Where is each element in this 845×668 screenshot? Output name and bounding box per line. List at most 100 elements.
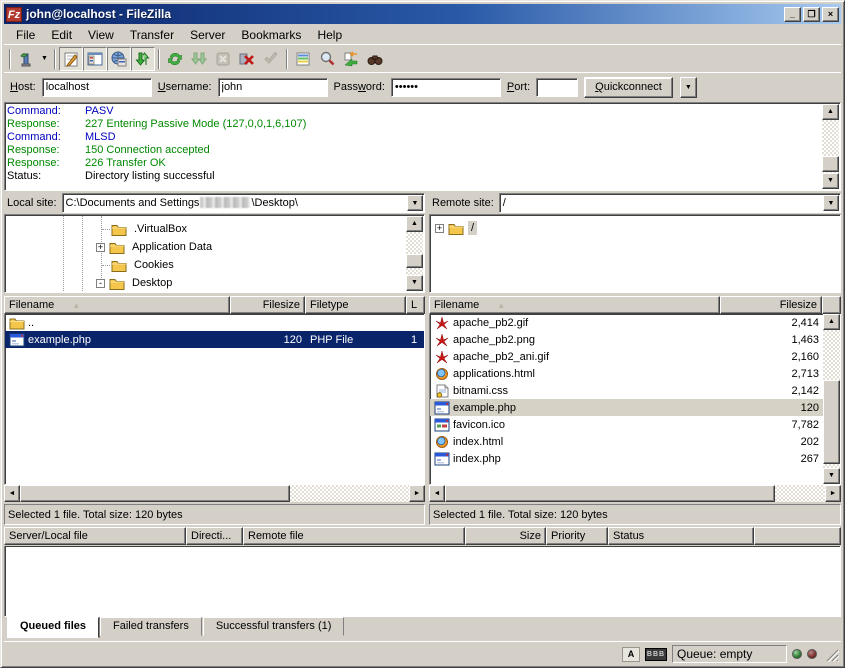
queue-status: Queue: empty: [672, 645, 787, 663]
password-input[interactable]: [391, 78, 501, 97]
file-row[interactable]: bitnami.css 2,142: [430, 382, 823, 399]
column-header-priority[interactable]: Priority: [546, 527, 608, 545]
quickconnect-button[interactable]: Quickconnect: [584, 77, 673, 98]
file-row[interactable]: index.php 267: [430, 450, 823, 467]
minimize-button[interactable]: _: [784, 7, 801, 22]
scroll-left-icon[interactable]: ◄: [429, 485, 445, 502]
refresh-button[interactable]: [163, 47, 187, 71]
file-row[interactable]: index.html 202: [430, 433, 823, 450]
menu-transfer[interactable]: Transfer: [122, 26, 182, 44]
column-header-remote-file[interactable]: Remote file: [243, 527, 465, 545]
local-list-hscrollbar[interactable]: ◄ ►: [4, 485, 425, 502]
scroll-thumb[interactable]: [822, 156, 839, 172]
filter-button[interactable]: [291, 47, 315, 71]
scroll-thumb[interactable]: [406, 254, 423, 268]
menu-server[interactable]: Server: [182, 26, 233, 44]
close-button[interactable]: ×: [822, 7, 839, 22]
remote-list-scrollbar[interactable]: ▲ ▼: [823, 314, 840, 484]
file-row[interactable]: ..: [5, 314, 424, 331]
directory-comparison-button[interactable]: [315, 47, 339, 71]
column-header-filename[interactable]: Filename▲: [429, 296, 720, 314]
scroll-up-icon[interactable]: ▲: [823, 314, 840, 330]
file-row[interactable]: apache_pb2.gif 2,414: [430, 314, 823, 331]
ico-file-icon: [434, 418, 450, 432]
username-input[interactable]: [218, 78, 328, 97]
remote-list-hscrollbar[interactable]: ◄ ►: [429, 485, 841, 502]
process-queue-button[interactable]: [187, 47, 211, 71]
find-files-button[interactable]: [363, 47, 387, 71]
tab-successful-transfers[interactable]: Successful transfers (1): [203, 617, 345, 636]
tree-item[interactable]: + /: [431, 219, 839, 237]
toggle-remote-tree-button[interactable]: [107, 47, 131, 71]
column-header-lastmodified[interactable]: L: [406, 296, 425, 314]
toggle-message-log-button[interactable]: [59, 47, 83, 71]
scroll-up-icon[interactable]: ▲: [406, 216, 423, 232]
column-header-filename[interactable]: Filename▲: [4, 296, 230, 314]
reconnect-button[interactable]: [259, 47, 283, 71]
scroll-thumb[interactable]: [445, 485, 775, 502]
synchronized-browsing-button[interactable]: [339, 47, 363, 71]
column-header-server-local-file[interactable]: Server/Local file: [4, 527, 186, 545]
menu-edit[interactable]: Edit: [43, 26, 80, 44]
scroll-thumb[interactable]: [20, 485, 290, 502]
scroll-right-icon[interactable]: ►: [409, 485, 425, 502]
column-header-size[interactable]: Size: [465, 527, 546, 545]
expand-icon[interactable]: +: [435, 224, 444, 233]
scroll-down-icon[interactable]: ▼: [822, 173, 839, 189]
data-type-icon[interactable]: A: [622, 647, 640, 662]
scroll-left-icon[interactable]: ◄: [4, 485, 20, 502]
toggle-local-tree-button[interactable]: [83, 47, 107, 71]
menu-file[interactable]: File: [8, 26, 43, 44]
title-bar[interactable]: Fz john@localhost - FileZilla _ ❐ ×: [4, 4, 841, 24]
file-row-selected[interactable]: example.php 120: [430, 399, 823, 416]
quickconnect-bar: Host: Username: Password: Port: Quickcon…: [4, 72, 841, 101]
toggle-transfer-queue-button[interactable]: [131, 47, 155, 71]
queue-body[interactable]: [4, 546, 841, 617]
collapse-icon[interactable]: -: [96, 279, 105, 288]
disconnect-button[interactable]: [235, 47, 259, 71]
menu-view[interactable]: View: [80, 26, 122, 44]
tree-item[interactable]: .VirtualBox: [6, 220, 423, 238]
file-row[interactable]: favicon.ico 7,782: [430, 416, 823, 433]
site-manager-button[interactable]: [14, 47, 38, 71]
remote-list-header: Filename▲ Filesize: [429, 296, 841, 314]
file-row[interactable]: apache_pb2.png 1,463: [430, 331, 823, 348]
scroll-up-icon[interactable]: ▲: [822, 104, 839, 120]
resize-grip[interactable]: [824, 647, 839, 662]
cancel-operation-button[interactable]: [211, 47, 235, 71]
scroll-right-icon[interactable]: ►: [825, 485, 841, 502]
port-input[interactable]: [536, 78, 578, 97]
column-header-status[interactable]: Status: [608, 527, 754, 545]
tree-item[interactable]: - Desktop: [6, 274, 423, 291]
message-log-scrollbar[interactable]: ▲ ▼: [822, 104, 839, 189]
maximize-button[interactable]: ❐: [803, 7, 820, 22]
log-line: Command:PASV: [7, 105, 820, 118]
site-manager-dropdown[interactable]: ▼: [38, 47, 51, 71]
file-row[interactable]: apache_pb2_ani.gif 2,160: [430, 348, 823, 365]
column-header-filetype[interactable]: Filetype: [305, 296, 406, 314]
column-header-filesize[interactable]: Filesize: [230, 296, 305, 314]
file-row-selected[interactable]: example.php 120 PHP File 1: [5, 331, 424, 348]
file-row[interactable]: applications.html 2,713: [430, 365, 823, 382]
tab-queued-files[interactable]: Queued files: [7, 617, 99, 638]
host-input[interactable]: [42, 78, 152, 97]
folder-icon: [109, 241, 125, 254]
scroll-thumb[interactable]: [823, 380, 840, 464]
menu-help[interactable]: Help: [309, 26, 350, 44]
remote-path-combobox[interactable]: / ▼: [499, 193, 841, 213]
quickconnect-dropdown[interactable]: ▼: [680, 77, 697, 98]
column-header-filesize[interactable]: Filesize: [720, 296, 822, 314]
scroll-down-icon[interactable]: ▼: [406, 275, 423, 291]
chevron-down-icon[interactable]: ▼: [823, 195, 839, 211]
local-path-combobox[interactable]: C:\Documents and Settings\Desktop\ ▼: [62, 193, 425, 213]
menu-bookmarks[interactable]: Bookmarks: [233, 26, 309, 44]
chevron-down-icon[interactable]: ▼: [407, 195, 423, 211]
tab-failed-transfers[interactable]: Failed transfers: [100, 617, 202, 636]
tree-item[interactable]: Cookies: [6, 256, 423, 274]
speed-limit-icon[interactable]: BBB: [645, 648, 667, 661]
local-tree-scrollbar[interactable]: ▲ ▼: [406, 216, 423, 291]
scroll-down-icon[interactable]: ▼: [823, 468, 840, 484]
expand-icon[interactable]: +: [96, 243, 105, 252]
column-header-direction[interactable]: Directi...: [186, 527, 243, 545]
tree-item[interactable]: + Application Data: [6, 238, 423, 256]
